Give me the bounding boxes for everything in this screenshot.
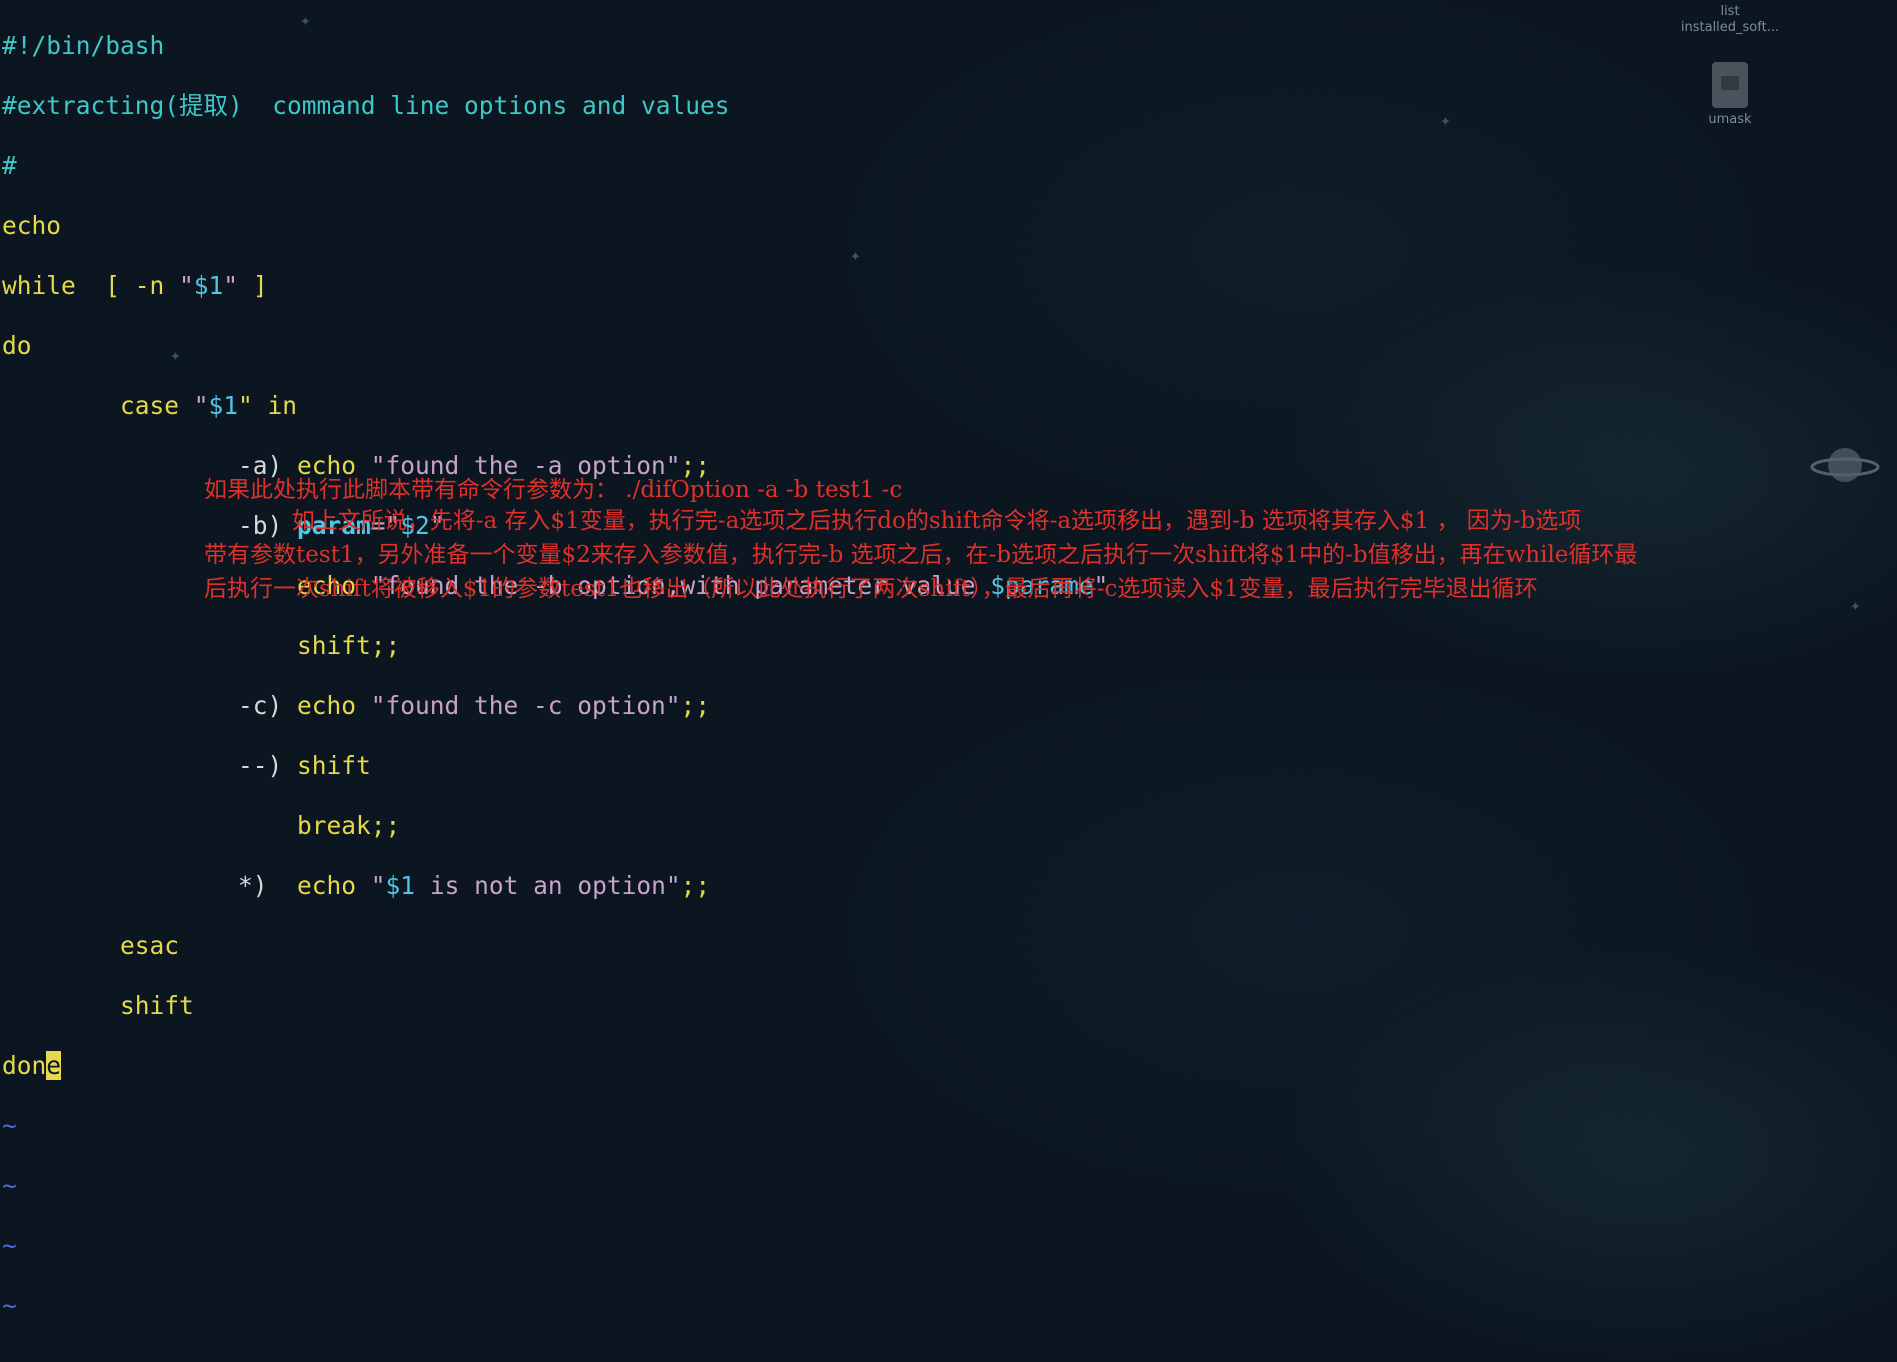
desktop-icon-umask[interactable]: umask [1690, 62, 1770, 127]
code-line: -c) echo "found the -c option";; [2, 691, 711, 720]
code-line: case "$1" in [2, 391, 298, 420]
file-icon [1712, 62, 1748, 108]
planet-icon [1810, 448, 1880, 482]
code-line: #!/bin/bash [2, 31, 165, 60]
desktop-icon-label: umask [1708, 112, 1752, 127]
code-line: #extracting(提取) command line options and… [2, 91, 730, 120]
code-line: *) echo "$1 is not an option";; [2, 871, 711, 900]
empty-line-marker: ~ [2, 1231, 17, 1260]
code-line: # [2, 151, 17, 180]
code-line: done [2, 1051, 62, 1080]
empty-line-marker: ~ [2, 1171, 17, 1200]
code-line: shift [2, 991, 194, 1020]
annotation-line: 如上文所说，先将-a 存入$1变量，执行完-a选项之后执行do的shift命令将… [204, 508, 1582, 534]
empty-line-marker: ~ [2, 1111, 17, 1140]
empty-line-marker: ~ [2, 1291, 17, 1320]
vim-editor[interactable]: #!/bin/bash #extracting(提取) command line… [2, 1, 1108, 1362]
annotation-explanation: 如上文所说，先将-a 存入$1变量，执行完-a选项之后执行do的shift命令将… [204, 504, 1637, 606]
empty-line-marker: ~ [2, 1351, 1108, 1362]
code-line: shift;; [2, 631, 401, 660]
code-line: esac [2, 931, 180, 960]
code-line: do [2, 331, 32, 360]
code-line: while [ -n "$1" ] [2, 271, 268, 300]
desktop-icon-label: list [1720, 4, 1740, 19]
text-cursor: e [46, 1051, 62, 1080]
desktop-icon-label: installed_soft... [1680, 20, 1780, 35]
code-line: break;; [2, 811, 401, 840]
annotation-line: 后执行一次shift将被移入$1的参数test1也移出（所以此处执行了两次shi… [204, 576, 1538, 602]
star-icon: ✦ [1850, 595, 1861, 616]
annotation-command-example: 如果此处执行此脚本带有命令行参数为： ./difOption -a -b tes… [204, 477, 903, 503]
code-line: --) shift [2, 751, 371, 780]
code-line: echo [2, 211, 62, 240]
star-icon: ✦ [1440, 110, 1451, 131]
annotation-line: 带有参数test1，另外准备一个变量$2来存入参数值，执行完-b 选项之后，在-… [204, 542, 1638, 568]
desktop-icon-list-installed-software[interactable]: list installed_soft... [1660, 4, 1800, 36]
